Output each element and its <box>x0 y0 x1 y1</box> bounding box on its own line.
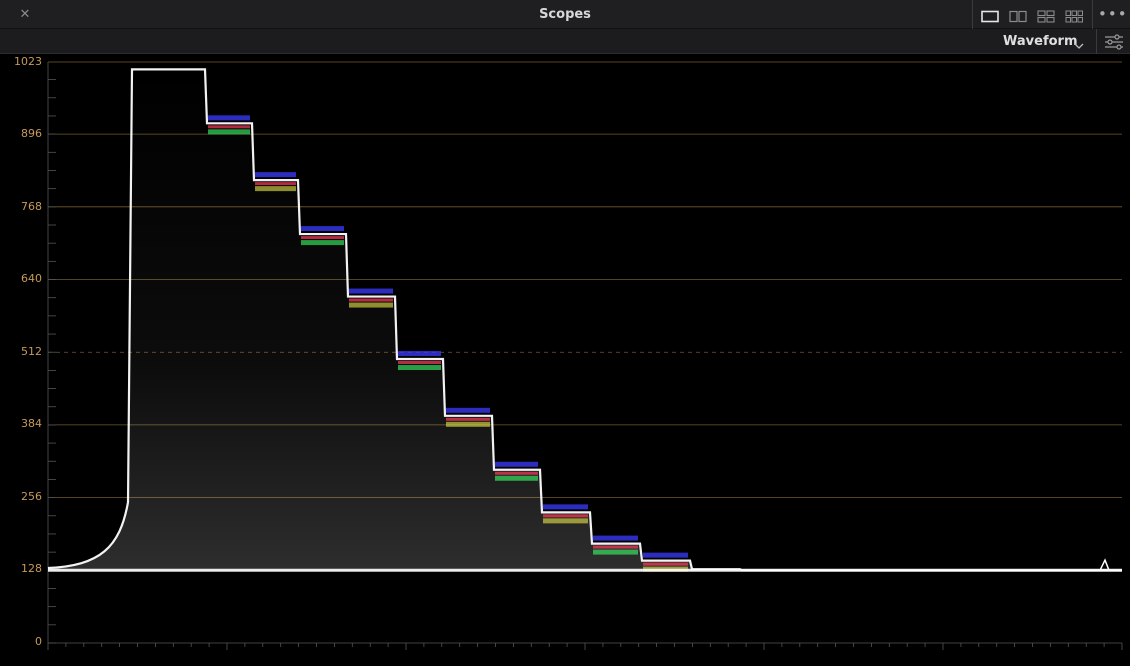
chroma-band <box>301 226 344 232</box>
chroma-band <box>255 182 296 186</box>
chroma-band <box>643 562 688 566</box>
chroma-band <box>446 407 490 413</box>
six-view-icon[interactable] <box>1065 8 1084 23</box>
chroma-band <box>208 125 250 129</box>
chroma-band <box>543 504 588 510</box>
dual-view-icon[interactable] <box>1009 8 1028 23</box>
chroma-band <box>349 288 393 294</box>
title-bar: ✕ Scopes ••• <box>0 0 1130 29</box>
chroma-band <box>446 421 490 427</box>
scope-type-label: Waveform <box>1003 34 1078 49</box>
layout-button-group <box>972 0 1093 29</box>
chroma-band <box>349 298 393 302</box>
chroma-band <box>301 236 344 240</box>
scope-type-dropdown[interactable]: Waveform <box>1000 33 1088 51</box>
sliders-icon[interactable] <box>1096 29 1130 54</box>
chroma-band <box>398 351 441 357</box>
chroma-band <box>255 172 296 178</box>
chroma-band <box>495 461 538 467</box>
chroma-band <box>495 471 538 475</box>
chroma-band <box>349 302 393 308</box>
chroma-band <box>208 115 250 121</box>
single-view-icon[interactable] <box>981 8 1000 23</box>
more-options-icon[interactable]: ••• <box>1098 5 1127 23</box>
chroma-band <box>643 552 688 558</box>
waveform-spike <box>1099 558 1110 571</box>
chroma-band <box>495 475 538 481</box>
chroma-band <box>593 545 638 549</box>
chroma-band <box>593 549 638 555</box>
chroma-band <box>398 361 441 365</box>
waveform-scope: 1023 896 768 640 512 384 256 128 0 <box>0 54 1130 666</box>
chroma-band <box>208 129 250 135</box>
waveform-plot <box>47 61 1123 650</box>
chroma-band <box>301 240 344 246</box>
quad-view-icon[interactable] <box>1037 8 1056 23</box>
chroma-band <box>543 518 588 524</box>
chroma-band <box>446 417 490 421</box>
chroma-band <box>593 535 638 541</box>
window-title: Scopes <box>539 7 591 22</box>
scope-toolbar: Waveform <box>0 29 1130 54</box>
waveform-fill <box>48 69 1122 571</box>
chroma-band <box>398 365 441 371</box>
chroma-band <box>255 186 296 192</box>
chroma-band <box>543 514 588 518</box>
